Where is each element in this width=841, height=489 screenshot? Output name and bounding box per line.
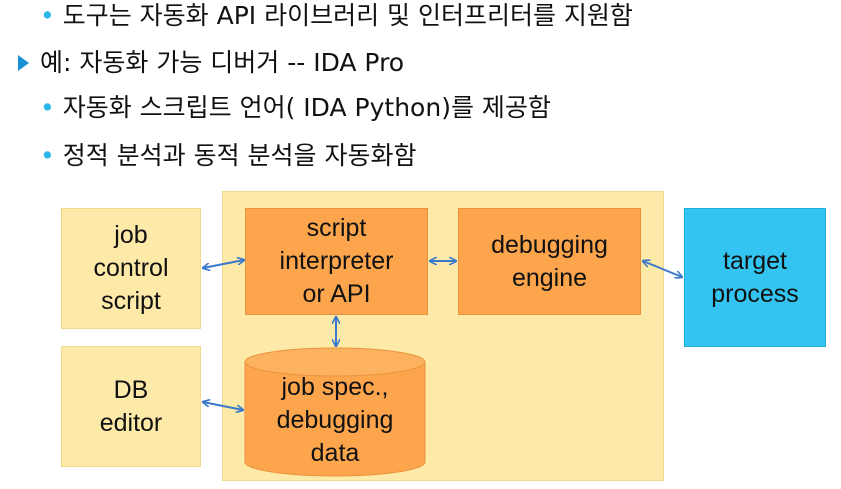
job-spec-data-label-box: job spec., debugging data	[245, 368, 425, 472]
arrow-engine-target	[643, 261, 682, 277]
arrow-job-script-interpreter	[203, 260, 244, 268]
arrow-db-editor-data	[203, 402, 243, 410]
job-spec-data-label: job spec., debugging data	[276, 372, 394, 467]
